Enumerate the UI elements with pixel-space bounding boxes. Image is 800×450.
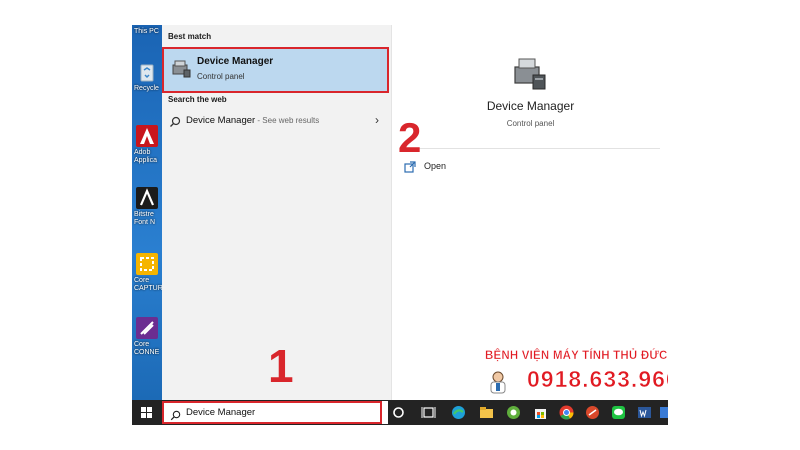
web-search-result[interactable]: Device Manager - See web results › [162,110,391,132]
desktop-icon-recycle-bin[interactable]: Recycle [134,61,162,93]
desktop-icon-label: Core [134,341,150,348]
desktop-icon-label-2: CONNE [134,349,160,356]
desktop-icon-label-2: Font N [134,219,156,226]
open-label: Open [424,161,447,171]
desktop-icon-bitstream[interactable]: Bitstre Font N [134,187,162,227]
desktop-icon-label: Core [134,277,150,284]
app-red-icon[interactable] [584,404,601,421]
taskbar: Device Manager [132,400,668,425]
web-result-query: Device Manager [186,115,256,126]
recycle-bin-icon [136,61,158,83]
app-icon[interactable] [505,404,522,421]
web-result-text: Device Manager - See web results [186,115,319,126]
search-box-extension [382,401,388,424]
screenshot: This PC Recycle Adob Applica Bitstre Fon… [132,25,668,425]
device-manager-icon [170,58,192,80]
chrome-icon[interactable] [558,404,575,421]
taskbar-search-box[interactable]: Device Manager [162,401,382,424]
chevron-right-icon[interactable]: › [375,113,379,127]
watermark-title: BỆNH VIỆN MÁY TÍNH THỦ ĐỨC [485,350,668,362]
desktop: This PC Recycle Adob Applica Bitstre Fon… [132,25,162,400]
corel-connect-icon [136,317,158,339]
preview-title: Device Manager [486,99,575,113]
best-match-result[interactable]: Device Manager Control panel [162,47,389,93]
adobe-icon [136,125,158,147]
search-input[interactable]: Device Manager [186,407,255,418]
cortana-icon[interactable] [390,404,407,421]
corel-capture-icon [136,253,158,275]
task-view-icon[interactable] [420,404,437,421]
line-icon[interactable] [610,404,627,421]
desktop-icon-label-2: CAPTUR [134,285,162,292]
best-match-title: Device Manager [197,56,274,67]
device-manager-large-icon [507,53,551,93]
desktop-icon-adobe[interactable]: Adob Applica [134,125,162,165]
watermark-mascot-icon [485,369,511,395]
step-number-2: 2 [398,114,422,161]
best-match-heading: Best match [168,32,212,41]
app-blue-icon[interactable] [660,404,668,421]
word-icon[interactable] [636,404,653,421]
desktop-icon-this-pc[interactable]: This PC [134,28,162,36]
bitstream-font-icon [136,187,158,209]
desktop-icon-label: This PC [134,28,159,35]
web-search-heading: Search the web [168,95,227,104]
edge-icon[interactable] [450,404,467,421]
desktop-icon-corel-capture[interactable]: Core CAPTUR [134,253,162,293]
desktop-icon-label: Recycle [134,85,159,92]
open-icon [404,160,416,173]
desktop-icon-label: Bitstre [134,211,154,218]
desktop-icon-corel-connect[interactable]: Core CONNE [134,317,162,357]
file-explorer-icon[interactable] [478,404,495,421]
best-match-subtitle: Control panel [197,72,245,81]
web-result-suffix: - See web results [255,116,320,125]
search-icon [169,115,181,127]
preview-subtitle: Control panel [506,119,555,128]
divider [400,148,660,149]
desktop-icon-label: Adob [134,149,151,156]
search-icon [170,408,181,421]
store-icon[interactable] [532,404,549,421]
preview-panel: Device Manager Control panel Open [391,25,668,400]
start-icon[interactable] [138,404,155,421]
step-number-1: 1 [268,340,294,392]
desktop-icon-label-2: Applica [134,157,157,164]
watermark-phone: 0918.633.966 [527,366,668,393]
